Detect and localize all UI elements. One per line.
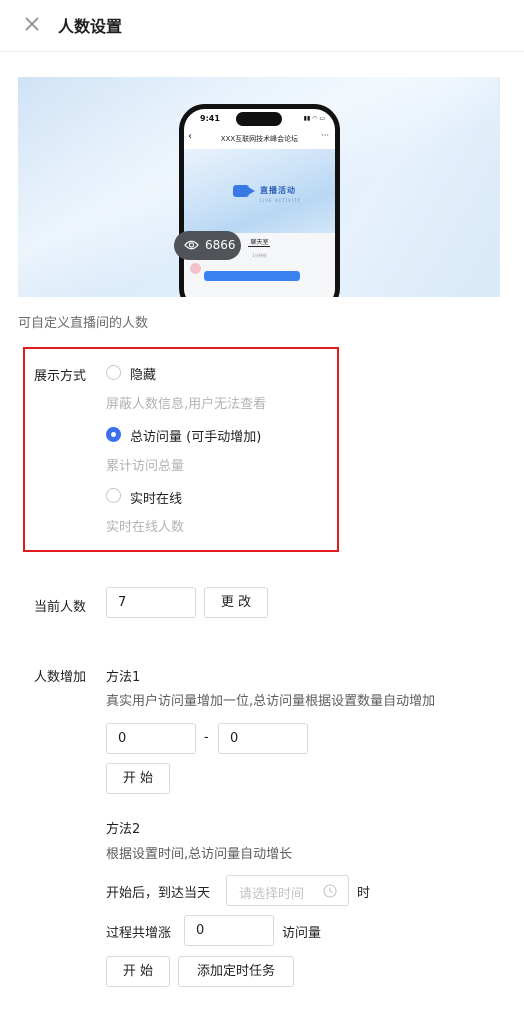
radio-total-visits[interactable] (106, 427, 121, 442)
display-mode-label: 展示方式 (34, 369, 87, 384)
option-realtime-desc: 实时在线人数 (106, 520, 185, 535)
add-scheduled-task-button[interactable]: 添加定时任务 (178, 956, 294, 987)
radio-realtime-online[interactable] (106, 488, 121, 503)
change-button[interactable]: 更 改 (204, 587, 268, 618)
method2-total-input[interactable]: 0 (184, 915, 274, 946)
method2-total-unit: 访问量 (282, 926, 322, 941)
method1-from-input[interactable]: 0 (106, 723, 196, 754)
method1-to-input[interactable]: 0 (218, 723, 308, 754)
close-icon[interactable] (20, 12, 44, 36)
option-realtime-label[interactable]: 实时在线 (130, 488, 182, 507)
dynamic-island (236, 112, 282, 126)
signal-icon: ▮▮ ◠ ▭ (303, 115, 325, 122)
range-separator: - (204, 730, 209, 745)
viewer-count: 6866 (205, 238, 236, 252)
chat-tab-underline (248, 246, 270, 247)
live-banner: 直播活动 LIVE ACTIVITY (184, 149, 335, 233)
chat-message (204, 271, 300, 281)
clock-icon (323, 884, 337, 898)
method1-title: 方法1 (106, 670, 141, 685)
phone-page-title: XXX互联网技术峰会论坛 (220, 135, 299, 143)
time-picker[interactable]: 请选择时间 (226, 875, 349, 906)
method1-desc: 真实用户访问量增加一位,总访问量根据设置数量自动增加 (106, 694, 436, 709)
eye-icon (184, 240, 199, 250)
time-picker-placeholder: 请选择时间 (239, 887, 305, 902)
header: 人数设置 (0, 0, 524, 52)
banner-title: 直播活动 (260, 186, 296, 195)
camera-icon (233, 185, 255, 197)
page-title: 人数设置 (58, 17, 123, 36)
option-hidden-desc: 屏蔽人数信息,用户无法查看 (106, 397, 267, 412)
current-count-input[interactable]: 7 (106, 587, 196, 618)
method2-title: 方法2 (106, 822, 141, 837)
option-total-visits-label[interactable]: 总访问量 (可手动增加) (130, 426, 261, 445)
method2-desc: 根据设置时间,总访问量自动增长 (106, 847, 293, 862)
option-hidden-label[interactable]: 隐藏 (130, 364, 156, 383)
option-total-visits-desc: 累计访问总量 (106, 459, 185, 474)
method2-start-button[interactable]: 开 始 (106, 956, 170, 987)
viewer-count-badge: 6866 (174, 231, 241, 260)
method1-start-button[interactable]: 开 始 (106, 763, 170, 794)
method2-after-label: 开始后，到达当天 (106, 886, 211, 901)
preview-image: 9:41 ▮▮ ◠ ▭ ‹ XXX互联网技术峰会论坛 ··· 直播活动 LIVE… (18, 77, 500, 297)
preview-hint: 可自定义直播间的人数 (18, 316, 149, 331)
banner-subtitle: LIVE ACTIVITY (260, 198, 301, 203)
phone-mockup: 9:41 ▮▮ ◠ ▭ ‹ XXX互联网技术峰会论坛 ··· 直播活动 LIVE… (179, 104, 340, 297)
phone-nav: ‹ XXX互联网技术峰会论坛 ··· (184, 131, 335, 149)
more-icon: ··· (321, 131, 329, 140)
phone-time: 9:41 (200, 114, 220, 123)
hour-unit: 时 (357, 886, 371, 901)
avatar (190, 263, 201, 274)
radio-hidden[interactable] (106, 365, 121, 380)
increase-label: 人数增加 (34, 670, 87, 685)
current-count-label: 当前人数 (34, 600, 87, 615)
method2-total-label: 过程共增涨 (106, 926, 172, 941)
